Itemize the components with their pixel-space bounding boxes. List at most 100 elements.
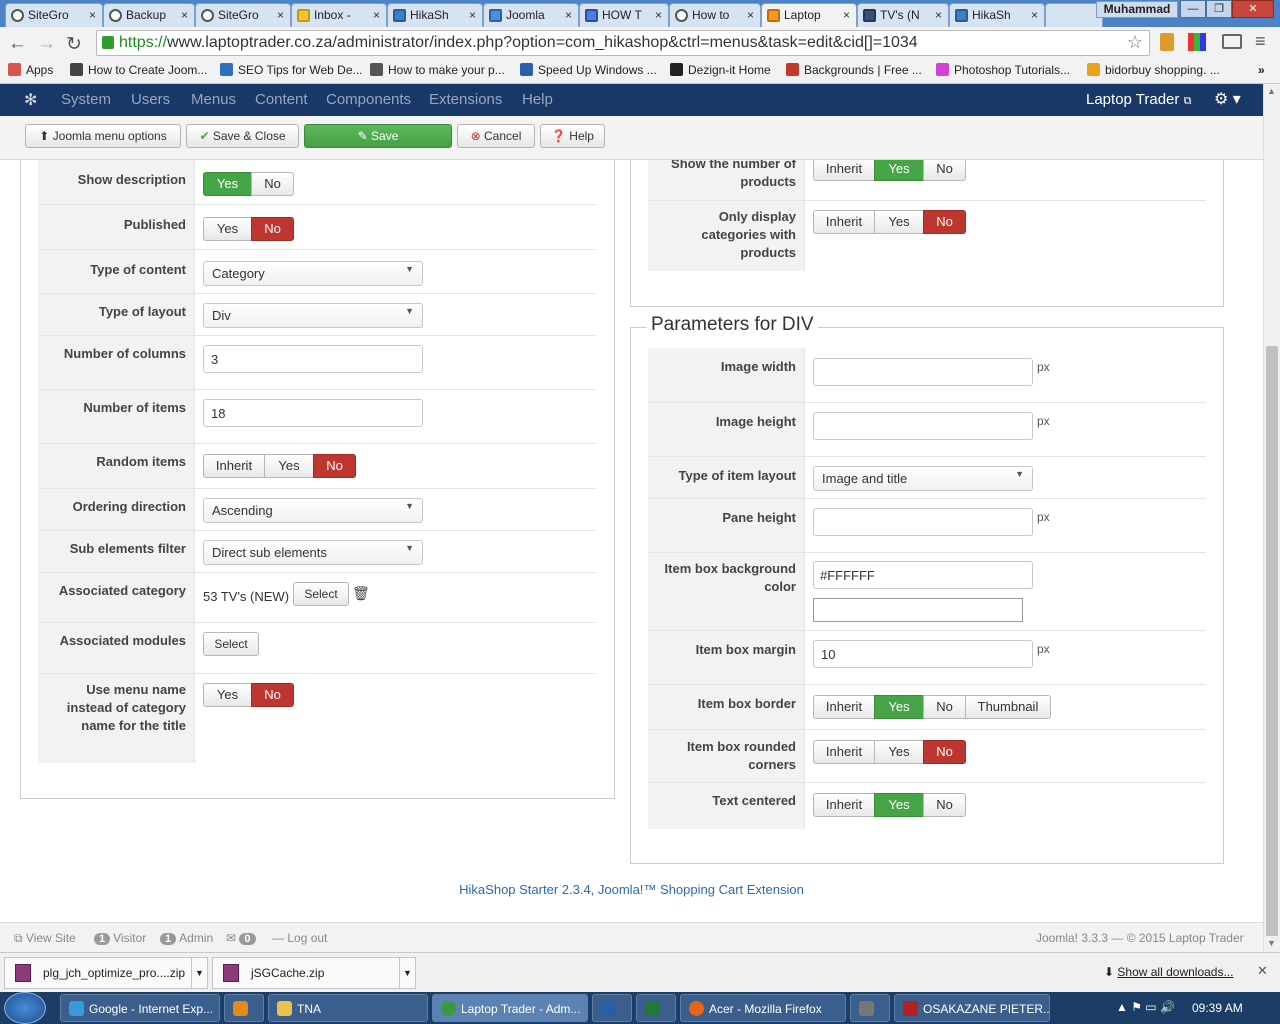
browser-tab[interactable]: Backup × bbox=[103, 3, 195, 27]
inherit-option[interactable]: Inherit bbox=[813, 210, 875, 234]
extension-icon[interactable] bbox=[1188, 33, 1206, 51]
browser-tab[interactable]: TV's (N × bbox=[857, 3, 949, 27]
close-tab-icon[interactable]: × bbox=[565, 8, 572, 22]
forward-icon[interactable]: → bbox=[37, 33, 56, 55]
taskbar-item[interactable] bbox=[592, 994, 632, 1022]
yes-option[interactable]: Yes bbox=[874, 793, 924, 817]
close-tab-icon[interactable]: × bbox=[277, 8, 284, 22]
help-button[interactable]: ❓ Help bbox=[540, 124, 605, 148]
close-tab-icon[interactable]: × bbox=[843, 8, 850, 22]
yes-option[interactable]: Yes bbox=[874, 160, 924, 181]
bookmark-item[interactable]: How to Create Joom... bbox=[70, 63, 207, 77]
menu-users[interactable]: Users bbox=[131, 91, 170, 108]
close-tab-icon[interactable]: × bbox=[469, 8, 476, 22]
no-option[interactable]: No bbox=[313, 454, 356, 478]
close-tab-icon[interactable]: × bbox=[747, 8, 754, 22]
close-window-icon[interactable]: ✕ bbox=[1232, 0, 1274, 18]
scrollbar-thumb[interactable] bbox=[1266, 346, 1278, 936]
bookmark-item[interactable]: Backgrounds | Free ... bbox=[786, 63, 922, 77]
inherit-option[interactable]: Inherit bbox=[813, 160, 875, 181]
inherit-option[interactable]: Inherit bbox=[813, 695, 875, 719]
site-link[interactable]: Laptop Trader ⧉ bbox=[1086, 91, 1191, 108]
star-icon[interactable]: ☆ bbox=[1127, 32, 1143, 53]
browser-tab[interactable]: HikaSh × bbox=[387, 3, 483, 27]
no-option[interactable]: No bbox=[251, 217, 294, 241]
close-tab-icon[interactable]: × bbox=[181, 8, 188, 22]
yes-option[interactable]: Yes bbox=[874, 695, 924, 719]
inherit-option[interactable]: Inherit bbox=[813, 793, 875, 817]
view-site-link[interactable]: ⧉ View Site bbox=[14, 931, 76, 946]
image-height-input[interactable] bbox=[813, 412, 1033, 440]
taskbar-item-active[interactable]: Laptop Trader - Adm... bbox=[432, 994, 588, 1022]
type-of-item-layout-select[interactable]: Image and title ▼ bbox=[813, 466, 1033, 491]
image-width-input[interactable] bbox=[813, 358, 1033, 386]
browser-tab[interactable]: SiteGro × bbox=[5, 3, 103, 27]
browser-tab[interactable]: HikaSh × bbox=[949, 3, 1045, 27]
profile-name[interactable]: Muhammad bbox=[1096, 1, 1178, 18]
menu-content[interactable]: Content bbox=[255, 91, 308, 108]
joomla-logo-icon[interactable]: ✻ bbox=[24, 90, 37, 110]
save-button[interactable]: ✎ Save bbox=[304, 124, 452, 148]
select-category-button[interactable]: Select bbox=[293, 582, 349, 606]
taskbar-item[interactable] bbox=[636, 994, 676, 1022]
start-button[interactable] bbox=[4, 992, 46, 1024]
extension-icon[interactable] bbox=[1160, 33, 1174, 51]
bookmark-apps[interactable]: Apps bbox=[8, 63, 53, 77]
number-of-columns-input[interactable]: 3 bbox=[203, 345, 423, 373]
ordering-direction-select[interactable]: Ascending ▼ bbox=[203, 498, 423, 523]
close-tab-icon[interactable]: × bbox=[655, 8, 662, 22]
yes-option[interactable]: Yes bbox=[203, 172, 252, 196]
number-of-items-input[interactable]: 18 bbox=[203, 399, 423, 427]
browser-tab[interactable]: How to × bbox=[669, 3, 761, 27]
taskbar-item[interactable]: Google - Internet Exp... bbox=[60, 994, 220, 1022]
yes-option[interactable]: Yes bbox=[203, 683, 252, 707]
close-tab-icon[interactable]: × bbox=[373, 8, 380, 22]
taskbar-item[interactable]: Acer - Mozilla Firefox bbox=[680, 994, 846, 1022]
close-tab-icon[interactable]: × bbox=[89, 8, 96, 22]
close-icon[interactable]: ✕ bbox=[1257, 963, 1268, 979]
logout-link[interactable]: — Log out bbox=[272, 931, 327, 945]
menu-components[interactable]: Components bbox=[326, 91, 411, 108]
bookmark-item[interactable]: Speed Up Windows ... bbox=[520, 63, 657, 77]
pane-height-input[interactable] bbox=[813, 508, 1033, 536]
select-modules-button[interactable]: Select bbox=[203, 632, 259, 656]
menu-help[interactable]: Help bbox=[522, 91, 553, 108]
no-option[interactable]: No bbox=[251, 683, 294, 707]
tray-icons[interactable]: ▲ ⚑ ▭ 🔊 bbox=[1116, 1000, 1175, 1014]
yes-option[interactable]: Yes bbox=[874, 740, 924, 764]
gear-icon[interactable]: ⚙ ▾ bbox=[1214, 89, 1241, 109]
color-swatch[interactable] bbox=[813, 598, 1023, 622]
bookmark-item[interactable]: Photoshop Tutorials... bbox=[936, 63, 1070, 77]
item-box-margin-input[interactable]: 10 bbox=[813, 640, 1033, 668]
yes-option[interactable]: Yes bbox=[874, 210, 924, 234]
download-item[interactable]: plg_jch_optimize_pro....zip ▼ bbox=[4, 957, 208, 989]
type-of-layout-select[interactable]: Div ▼ bbox=[203, 303, 423, 328]
reload-icon[interactable]: ↻ bbox=[66, 33, 82, 56]
taskbar-item[interactable]: TNA bbox=[268, 994, 428, 1022]
trash-icon[interactable]: 🗑 bbox=[352, 585, 370, 602]
save-close-button[interactable]: ✔ Save & Close bbox=[186, 124, 299, 148]
clock[interactable]: 09:39 AM bbox=[1192, 1001, 1243, 1015]
show-all-downloads-link[interactable]: ⬇ Show all downloads... bbox=[1104, 965, 1233, 979]
page-scrollbar[interactable]: ▲ ▼ bbox=[1263, 84, 1280, 952]
menu-menus[interactable]: Menus bbox=[191, 91, 236, 108]
back-icon[interactable]: ← bbox=[8, 33, 27, 55]
cancel-button[interactable]: ⊗ Cancel bbox=[457, 124, 535, 148]
scroll-up-icon[interactable]: ▲ bbox=[1267, 86, 1276, 96]
yes-option[interactable]: Yes bbox=[203, 217, 252, 241]
no-option[interactable]: No bbox=[923, 160, 966, 181]
close-tab-icon[interactable]: × bbox=[1031, 8, 1038, 22]
browser-tab[interactable]: Inbox - × bbox=[291, 3, 387, 27]
bookmark-item[interactable]: bidorbuy shopping. ... bbox=[1087, 63, 1220, 77]
inherit-option[interactable]: Inherit bbox=[813, 740, 875, 764]
joomla-menu-options-button[interactable]: ⬆ Joomla menu options bbox=[25, 124, 181, 148]
no-option[interactable]: No bbox=[251, 172, 294, 196]
menu-extensions[interactable]: Extensions bbox=[429, 91, 502, 108]
bookmark-item[interactable]: How to make your p... bbox=[370, 63, 505, 77]
browser-tab-active[interactable]: Laptop × bbox=[761, 3, 857, 27]
menu-system[interactable]: System bbox=[61, 91, 111, 108]
no-option[interactable]: No bbox=[923, 210, 966, 234]
restore-icon[interactable]: ❐ bbox=[1206, 0, 1232, 18]
chevron-down-icon[interactable]: ▼ bbox=[399, 958, 415, 988]
hikashop-credit-link[interactable]: HikaShop Starter 2.3.4, Joomla!™ Shoppin… bbox=[0, 882, 1263, 897]
